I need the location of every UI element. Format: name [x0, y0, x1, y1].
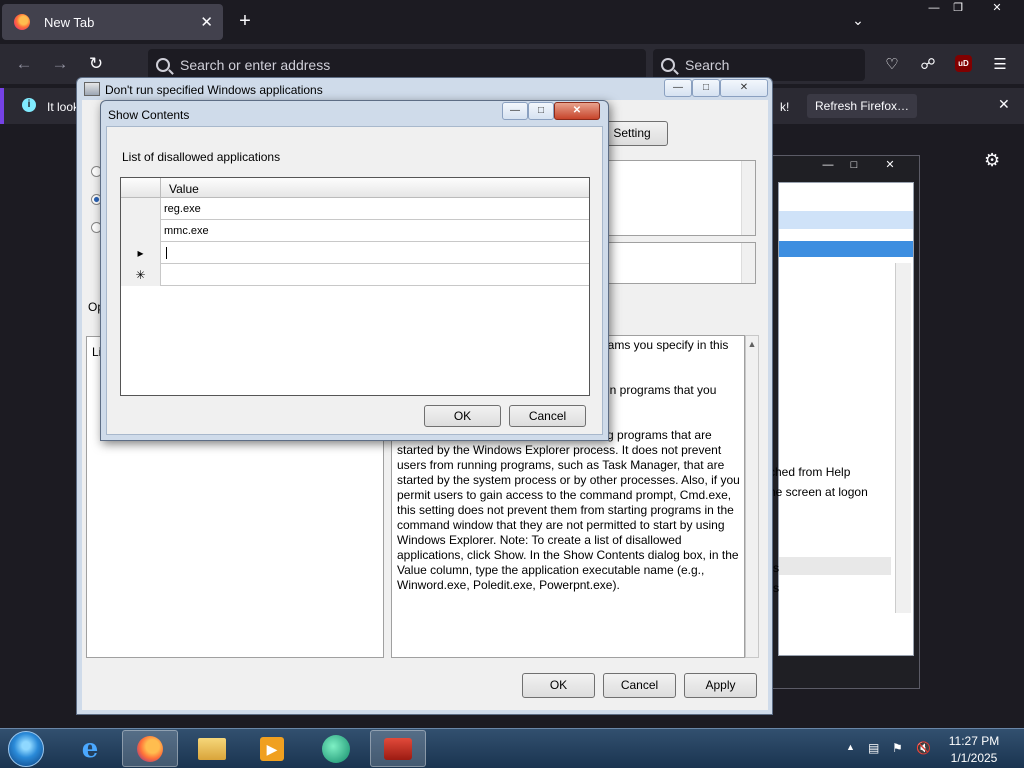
policy-window-icon — [84, 82, 100, 96]
refresh-firefox-button[interactable]: Refresh Firefox… — [807, 94, 917, 118]
start-button[interactable] — [8, 731, 44, 767]
gpedit-text-fragment: ne screen at logon — [769, 485, 868, 499]
pocket-icon[interactable]: ♡ — [882, 55, 902, 73]
volume-muted-icon[interactable]: 🔇 — [916, 741, 931, 755]
row-header[interactable] — [121, 198, 161, 220]
new-tab-button[interactable]: + — [234, 10, 256, 33]
notification-text: It look — [47, 100, 80, 114]
ublock-icon[interactable]: uD — [955, 55, 972, 72]
browser-restore-button[interactable]: ❐ — [940, 0, 976, 16]
comment-scrollbar[interactable] — [741, 161, 755, 235]
toolbox-taskbar-icon[interactable] — [370, 730, 426, 767]
help-text-line: Windows Explorer. Note: To create a list… — [397, 533, 682, 547]
policy-minimize-button[interactable]: — — [664, 79, 692, 97]
network-icon[interactable]: ▤ — [868, 741, 879, 755]
gpedit-header-strip — [779, 211, 913, 229]
value-cell[interactable]: mmc.exe — [164, 220, 209, 242]
file-explorer-icon[interactable] — [184, 730, 240, 767]
notification-text-tail: k! — [780, 100, 790, 114]
help-text-line: command window that they are not permitt… — [397, 518, 725, 532]
row-header[interactable] — [121, 220, 161, 242]
menu-icon[interactable]: ☰ — [990, 55, 1010, 73]
gpedit-text-fragment: s — [773, 581, 779, 595]
policy-cancel-button[interactable]: Cancel — [603, 673, 676, 698]
forward-arrow-icon[interactable]: → — [48, 54, 72, 74]
gpedit-close-button[interactable]: ✕ — [872, 157, 908, 173]
disallowed-list-label: List of disallowed applications — [122, 150, 281, 164]
help-text-line: ning programs that are — [591, 428, 712, 442]
policy-apply-button[interactable]: Apply — [684, 673, 757, 698]
policy-ok-button[interactable]: OK — [522, 673, 595, 698]
tab-title: New Tab — [44, 14, 95, 30]
scroll-up-icon[interactable]: ▲ — [746, 339, 758, 349]
reload-icon[interactable]: ↻ — [84, 54, 108, 74]
help-text-line: this setting does not prevent them from … — [397, 503, 734, 517]
gpedit-scrollbar[interactable] — [895, 263, 911, 613]
notification-close-icon[interactable]: ✕ — [998, 96, 1010, 113]
firefox-icon — [14, 14, 30, 30]
url-placeholder: Search or enter address — [180, 57, 331, 73]
show-cancel-button[interactable]: Cancel — [509, 405, 586, 427]
clock-time[interactable]: 11:27 PM — [941, 734, 1007, 748]
supported-scrollbar[interactable] — [741, 243, 755, 283]
help-text-line: Value column, type the application execu… — [397, 563, 705, 577]
new-row-asterisk-icon[interactable]: ✳ — [121, 264, 161, 286]
back-arrow-icon[interactable]: ← — [12, 54, 36, 74]
browser-close-button[interactable]: ✕ — [979, 0, 1015, 16]
show-ok-button[interactable]: OK — [424, 405, 501, 427]
help-text-line: Winword.exe, Poledit.exe, Powerpnt.exe). — [397, 578, 620, 592]
help-text-line: permit users to gain access to the comma… — [397, 488, 732, 502]
show-close-button[interactable]: ✕ — [554, 102, 600, 120]
policy-close-button[interactable]: ✕ — [720, 79, 768, 97]
firefox-taskbar-icon[interactable] — [122, 730, 178, 767]
show-minimize-button[interactable]: — — [502, 102, 528, 120]
help-text-line: started by the system process or by othe… — [397, 473, 740, 487]
text-caret — [166, 247, 167, 259]
internet-explorer-icon[interactable]: e — [62, 730, 118, 767]
gear-icon[interactable]: ⚙ — [984, 150, 1000, 171]
help-text-line: users from running programs, such as Tas… — [397, 458, 725, 472]
help-text-line: applications, click Show. In the Show Co… — [397, 548, 739, 562]
tab-new-tab[interactable]: New Tab ✕ — [2, 4, 223, 40]
table-row[interactable] — [121, 264, 589, 286]
search-icon — [661, 58, 675, 72]
value-cell-editing[interactable] — [164, 242, 584, 264]
help-text-line: grams you specify in this — [597, 338, 729, 352]
gpedit-content: ched from Help ne screen at logon s s — [769, 182, 914, 656]
help-text-line: in programs that you — [607, 383, 717, 397]
supported-on-box — [594, 242, 756, 284]
tray-expand-icon[interactable]: ▲ — [846, 742, 855, 752]
comment-textarea[interactable] — [594, 160, 756, 236]
help-scrollbar[interactable]: ▲ — [745, 335, 759, 658]
gpedit-restore-button[interactable]: □ — [836, 157, 872, 173]
policy-window-title: Don't run specified Windows applications — [105, 83, 323, 97]
show-maximize-button[interactable]: □ — [528, 102, 554, 120]
gpedit-selected-row[interactable] — [779, 241, 913, 257]
action-center-flag-icon[interactable]: ⚑ — [892, 741, 903, 755]
search-placeholder: Search — [685, 57, 730, 73]
current-row-indicator-icon[interactable]: ▸ — [121, 242, 161, 264]
value-column-header[interactable]: Value — [169, 182, 199, 196]
media-player-icon[interactable]: ▶ — [244, 730, 300, 767]
gpedit-text-fragment: s — [773, 561, 779, 575]
tab-close-icon[interactable]: ✕ — [200, 13, 213, 31]
clock-date[interactable]: 1/1/2025 — [941, 751, 1007, 765]
help-text-line: started by the Windows Explorer process.… — [397, 443, 722, 457]
search-icon — [156, 58, 170, 72]
extensions-icon[interactable]: ☍ — [918, 55, 938, 73]
show-contents-title: Show Contents — [108, 108, 190, 122]
gpedit-list-row[interactable] — [779, 557, 891, 575]
gpedit-text-fragment: ched from Help — [769, 465, 851, 479]
info-icon: i — [22, 98, 36, 112]
network-app-icon[interactable] — [308, 730, 364, 767]
value-cell[interactable]: reg.exe — [164, 198, 201, 220]
policy-maximize-button[interactable]: □ — [692, 79, 720, 97]
tab-list-chevron-icon[interactable]: ⌄ — [848, 12, 868, 29]
grid-corner — [121, 178, 161, 198]
